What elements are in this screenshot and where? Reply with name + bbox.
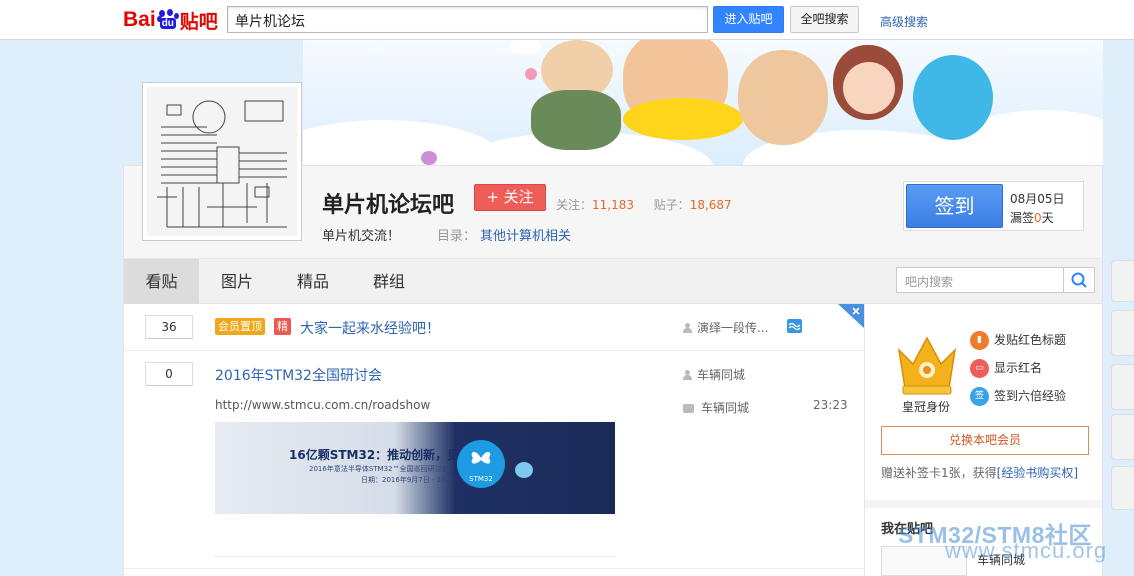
- missed-count: 0: [1034, 211, 1042, 225]
- stm32-butterfly-logo: STM32: [457, 440, 505, 488]
- side-float-button[interactable]: [1111, 466, 1134, 510]
- search-input[interactable]: 单片机论坛: [227, 6, 708, 33]
- member-icon: [787, 319, 802, 333]
- follow-count: 11,183: [592, 198, 635, 212]
- featured-badge: 精: [274, 318, 291, 335]
- forum-avatar[interactable]: [142, 82, 302, 241]
- perk-label: 发贴红色标题: [994, 333, 1067, 347]
- exp-book-link[interactable]: [经验书购买权]: [997, 466, 1078, 480]
- reply-icon: [683, 404, 694, 413]
- perk-item: ▭ 显示红名: [970, 358, 1042, 378]
- cartoon-character-old-man-body: [531, 90, 621, 150]
- advanced-search-link[interactable]: 高级搜索: [880, 13, 928, 30]
- thread-author-name: 演绎一段传...: [697, 321, 769, 335]
- crown-icon: [893, 332, 961, 398]
- member-top-badge: 会员置顶: [215, 318, 265, 335]
- bookmark-icon: ▮: [970, 331, 989, 350]
- decor-dot: [525, 68, 537, 80]
- stm32-badge-label: STM32: [469, 475, 493, 483]
- enter-forum-button[interactable]: 进入贴吧: [713, 6, 784, 33]
- cartoon-character-fish: [913, 55, 993, 140]
- close-corner[interactable]: [838, 304, 864, 328]
- thumbnail-subline: 2016年意法半导体STM32™全国巡回研讨会: [309, 465, 449, 473]
- baidu-tieba-logo[interactable]: Bai du 贴吧: [123, 4, 218, 36]
- perk-label: 显示红名: [994, 361, 1043, 375]
- perk-item: ▮ 发贴红色标题: [970, 330, 1066, 350]
- sign-in-box: 签到 08月05日 漏签0天: [903, 181, 1084, 231]
- sign-date: 08月05日: [1010, 192, 1065, 206]
- user-icon: [683, 323, 692, 333]
- last-reply-time: 23:23: [813, 398, 848, 412]
- reply-count: 0: [145, 362, 193, 386]
- gift-description: 赠送补签卡1张，获得: [881, 466, 997, 480]
- sign-icon: 签: [970, 387, 989, 406]
- cartoon-character-bear: [738, 50, 828, 145]
- missed-suffix: 天: [1041, 211, 1054, 225]
- last-reply-author[interactable]: 车辆同城: [683, 399, 749, 416]
- post-count: 18,687: [689, 198, 732, 212]
- side-float-button[interactable]: [1111, 260, 1134, 302]
- cartoon-character-girl-face: [843, 62, 895, 114]
- thread-list: 36 会员置顶 精 大家一起来水经验吧！ 演绎一段传... 0 2016年STM…: [123, 304, 865, 576]
- forum-search-input[interactable]: 吧内搜索: [896, 267, 1064, 293]
- side-float-button[interactable]: [1111, 364, 1134, 410]
- tab-groups[interactable]: 群组: [351, 259, 427, 304]
- forum-directory: 目录： 其他计算机相关: [437, 225, 571, 244]
- forum-slogan: 单片机交流！: [322, 229, 401, 244]
- paw-icon: du: [156, 9, 179, 31]
- row-divider: [215, 556, 615, 557]
- missed-prefix: 漏签: [1010, 211, 1035, 225]
- perk-item: 签签到六倍经验: [970, 386, 1066, 406]
- thread-title-link[interactable]: 2016年STM32全国研讨会: [215, 365, 382, 385]
- thread-preview-text: http://www.stmcu.com.cn/roadshow: [215, 398, 431, 412]
- thumbnail-date: 日期：2016年9月7日 - 23日: [361, 476, 453, 484]
- user-icon: [683, 370, 692, 380]
- decor-sphere-icon: [515, 462, 533, 478]
- forum-name: 单片机论坛吧: [322, 193, 455, 218]
- forum-banner: [303, 40, 1103, 165]
- row-divider: [124, 568, 865, 569]
- directory-label: 目录：: [437, 229, 477, 244]
- follow-button[interactable]: + 关注: [474, 184, 546, 211]
- logo-bai: Bai: [123, 8, 156, 31]
- name-icon: ▭: [970, 359, 989, 378]
- side-float-button[interactable]: [1111, 310, 1134, 356]
- exchange-membership-button[interactable]: 兑换本吧会员: [881, 426, 1089, 455]
- last-reply-author-name: 车辆同城: [701, 401, 750, 415]
- circuit-diagram-image: [147, 87, 297, 236]
- thread-thumbnail[interactable]: 16亿颗STM32：推动创新，见证未来 2016年意法半导体STM32™全国巡回…: [215, 422, 615, 514]
- forum-stats: 关注：11,183 贴子：18,687: [556, 196, 732, 213]
- reply-count: 36: [145, 315, 193, 339]
- thread-author[interactable]: 车辆同城: [683, 366, 745, 383]
- post-count-label: 贴子：: [653, 198, 690, 212]
- section-divider: [865, 500, 1102, 508]
- missed-sign-count: 漏签0天: [1010, 209, 1054, 226]
- tab-pictures[interactable]: 图片: [199, 259, 275, 304]
- search-icon: [1071, 272, 1087, 288]
- directory-link[interactable]: 其他计算机相关: [480, 229, 571, 244]
- sign-in-button[interactable]: 签到: [906, 184, 1003, 228]
- perk-label: 签到六倍经验: [994, 389, 1067, 403]
- logo-du: du: [159, 18, 176, 29]
- duck-float: [623, 98, 743, 140]
- thread-author[interactable]: 演绎一段传...: [683, 319, 768, 336]
- search-all-button[interactable]: 全吧搜索: [790, 6, 859, 33]
- tab-posts[interactable]: 看贴: [124, 259, 199, 304]
- top-bar: Bai du 贴吧 单片机论坛 进入贴吧 全吧搜索 高级搜索: [0, 0, 1134, 40]
- thread-author-name: 车辆同城: [697, 368, 746, 382]
- crown-label: 皇冠身份: [902, 400, 951, 414]
- tab-featured[interactable]: 精品: [275, 259, 351, 304]
- follow-count-label: 关注：: [556, 198, 593, 212]
- thread-title-link[interactable]: 大家一起来水经验吧！: [300, 318, 440, 338]
- logo-tieba: 贴吧: [179, 11, 218, 33]
- side-float-button[interactable]: [1111, 414, 1134, 460]
- decor-dot: [421, 151, 437, 165]
- hi-bubble: [511, 40, 541, 54]
- watermark-url: www.stmcu.org: [945, 538, 1108, 563]
- forum-search-button[interactable]: [1063, 267, 1095, 293]
- gift-text: 赠送补签卡1张，获得[经验书购买权]: [881, 464, 1078, 481]
- row-divider: [124, 350, 865, 351]
